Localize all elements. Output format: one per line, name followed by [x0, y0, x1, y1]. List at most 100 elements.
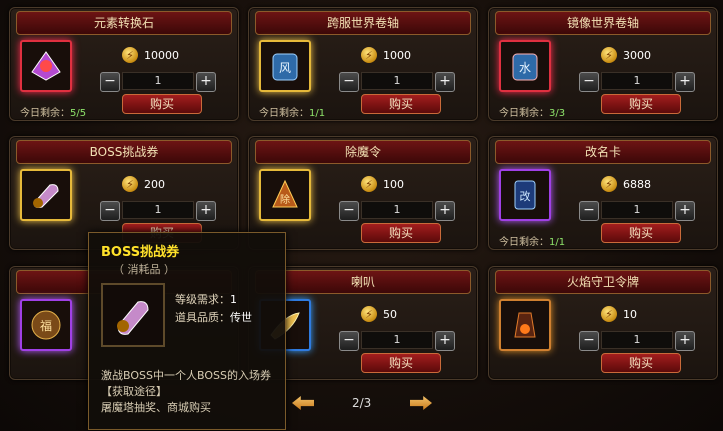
coin-icon: ⚡	[601, 306, 617, 322]
shop-card-element-stone: 元素转换石 ⚡ 10000 − 1 + 购买 今日剩余：5/5	[9, 7, 239, 121]
shop-card-rename-card: 改名卡 改 ⚡ 6888 − 1 + 购买 今日剩余：1/1	[488, 136, 718, 250]
amulet-icon[interactable]: 福	[20, 299, 72, 351]
price-value: 10000	[144, 48, 179, 62]
quantity-input[interactable]: 1	[122, 201, 194, 219]
coin-icon: ⚡	[361, 176, 377, 192]
increase-button[interactable]: +	[675, 331, 695, 351]
element-stone-icon[interactable]	[20, 40, 72, 92]
remaining-today: 今日剩余：1/1	[259, 108, 326, 119]
tooltip-level-row: 等级需求：1	[175, 293, 237, 306]
price: ⚡ 6888	[601, 175, 651, 193]
quantity-input[interactable]: 1	[601, 331, 673, 349]
quantity-stepper[interactable]: − 1 +	[339, 331, 455, 351]
tooltip-source-text: 屠魔塔抽奖、商城购买	[101, 401, 211, 414]
coin-icon: ⚡	[601, 176, 617, 192]
price-value: 1000	[383, 48, 411, 62]
tooltip-source-heading: 【获取途径】	[101, 385, 167, 398]
decrease-button[interactable]: −	[579, 331, 599, 351]
price: ⚡ 10000	[122, 46, 179, 64]
svg-text:水: 水	[519, 61, 531, 75]
boss-ticket-icon[interactable]	[20, 169, 72, 221]
coin-icon: ⚡	[361, 306, 377, 322]
pagination: 2/3	[292, 394, 434, 414]
quantity-stepper[interactable]: − 1 +	[579, 72, 695, 92]
card-title: 跨服世界卷轴	[255, 11, 471, 35]
rename-card-icon[interactable]: 改	[499, 169, 551, 221]
card-title: BOSS挑战券	[16, 140, 232, 164]
quantity-input[interactable]: 1	[601, 72, 673, 90]
page-indicator: 2/3	[352, 396, 372, 410]
increase-button[interactable]: +	[675, 201, 695, 221]
decrease-button[interactable]: −	[579, 72, 599, 92]
increase-button[interactable]: +	[435, 331, 455, 351]
item-tooltip: BOSS挑战券 （ 消耗品 ） 等级需求：1 道具品质：传世 激战BOSS中一个…	[88, 232, 286, 430]
demon-order-icon[interactable]: 除	[259, 169, 311, 221]
buy-button[interactable]: 购买	[601, 223, 681, 243]
remaining-today: 今日剩余：1/1	[499, 237, 566, 248]
flame-token-icon[interactable]	[499, 299, 551, 351]
card-title: 改名卡	[495, 140, 711, 164]
coin-icon: ⚡	[601, 47, 617, 63]
buy-button[interactable]: 购买	[361, 353, 441, 373]
price: ⚡ 1000	[361, 46, 411, 64]
buy-button[interactable]: 购买	[361, 223, 441, 243]
price: ⚡ 10	[601, 305, 637, 323]
increase-button[interactable]: +	[196, 201, 216, 221]
shop-card-mirror-scroll: 镜像世界卷轴 水 ⚡ 3000 − 1 + 购买 今日剩余：3/3	[488, 7, 718, 121]
price-value: 6888	[623, 177, 651, 191]
svg-text:风: 风	[279, 61, 291, 75]
svg-text:除: 除	[280, 193, 290, 206]
shop-card-world-scroll: 跨服世界卷轴 风 ⚡ 1000 − 1 + 购买 今日剩余：1/1	[248, 7, 478, 121]
card-title: 镜像世界卷轴	[495, 11, 711, 35]
next-page-arrow-icon[interactable]	[410, 396, 432, 410]
price: ⚡ 200	[122, 175, 165, 193]
quantity-input[interactable]: 1	[361, 72, 433, 90]
svg-text:福: 福	[40, 318, 52, 333]
increase-button[interactable]: +	[196, 72, 216, 92]
quantity-input[interactable]: 1	[122, 72, 194, 90]
prev-page-arrow-icon[interactable]	[292, 396, 314, 410]
quantity-stepper[interactable]: − 1 +	[579, 331, 695, 351]
tooltip-quality-row: 道具品质：传世	[175, 311, 252, 324]
quantity-input[interactable]: 1	[601, 201, 673, 219]
buy-button[interactable]: 购买	[122, 94, 202, 114]
decrease-button[interactable]: −	[100, 201, 120, 221]
decrease-button[interactable]: −	[339, 331, 359, 351]
tooltip-description: 激战BOSS中一个人BOSS的入场券	[101, 369, 271, 382]
price-value: 50	[383, 307, 397, 321]
quantity-input[interactable]: 1	[361, 201, 433, 219]
buy-button[interactable]: 购买	[601, 353, 681, 373]
increase-button[interactable]: +	[435, 201, 455, 221]
price-value: 100	[383, 177, 404, 191]
quantity-stepper[interactable]: − 1 +	[339, 72, 455, 92]
quantity-input[interactable]: 1	[361, 331, 433, 349]
quantity-stepper[interactable]: − 1 +	[339, 201, 455, 221]
quantity-stepper[interactable]: − 1 +	[100, 72, 216, 92]
decrease-button[interactable]: −	[100, 72, 120, 92]
increase-button[interactable]: +	[435, 72, 455, 92]
coin-icon: ⚡	[361, 47, 377, 63]
remaining-today: 今日剩余：5/5	[20, 108, 87, 119]
price: ⚡ 100	[361, 175, 404, 193]
card-title: 喇叭	[255, 270, 471, 294]
svg-text:改: 改	[520, 189, 531, 203]
quantity-stepper[interactable]: − 1 +	[100, 201, 216, 221]
price: ⚡ 3000	[601, 46, 651, 64]
tooltip-boss-ticket-icon	[101, 283, 165, 347]
decrease-button[interactable]: −	[579, 201, 599, 221]
price: ⚡ 50	[361, 305, 397, 323]
price-value: 200	[144, 177, 165, 191]
card-title: 火焰守卫令牌	[495, 270, 711, 294]
decrease-button[interactable]: −	[339, 201, 359, 221]
mirror-scroll-icon[interactable]: 水	[499, 40, 551, 92]
world-scroll-icon[interactable]: 风	[259, 40, 311, 92]
coin-icon: ⚡	[122, 47, 138, 63]
buy-button[interactable]: 购买	[601, 94, 681, 114]
buy-button[interactable]: 购买	[361, 94, 441, 114]
price-value: 3000	[623, 48, 651, 62]
shop-card-flame-token: 火焰守卫令牌 ⚡ 10 − 1 + 购买	[488, 266, 718, 380]
decrease-button[interactable]: −	[339, 72, 359, 92]
increase-button[interactable]: +	[675, 72, 695, 92]
quantity-stepper[interactable]: − 1 +	[579, 201, 695, 221]
remaining-today: 今日剩余：3/3	[499, 108, 566, 119]
